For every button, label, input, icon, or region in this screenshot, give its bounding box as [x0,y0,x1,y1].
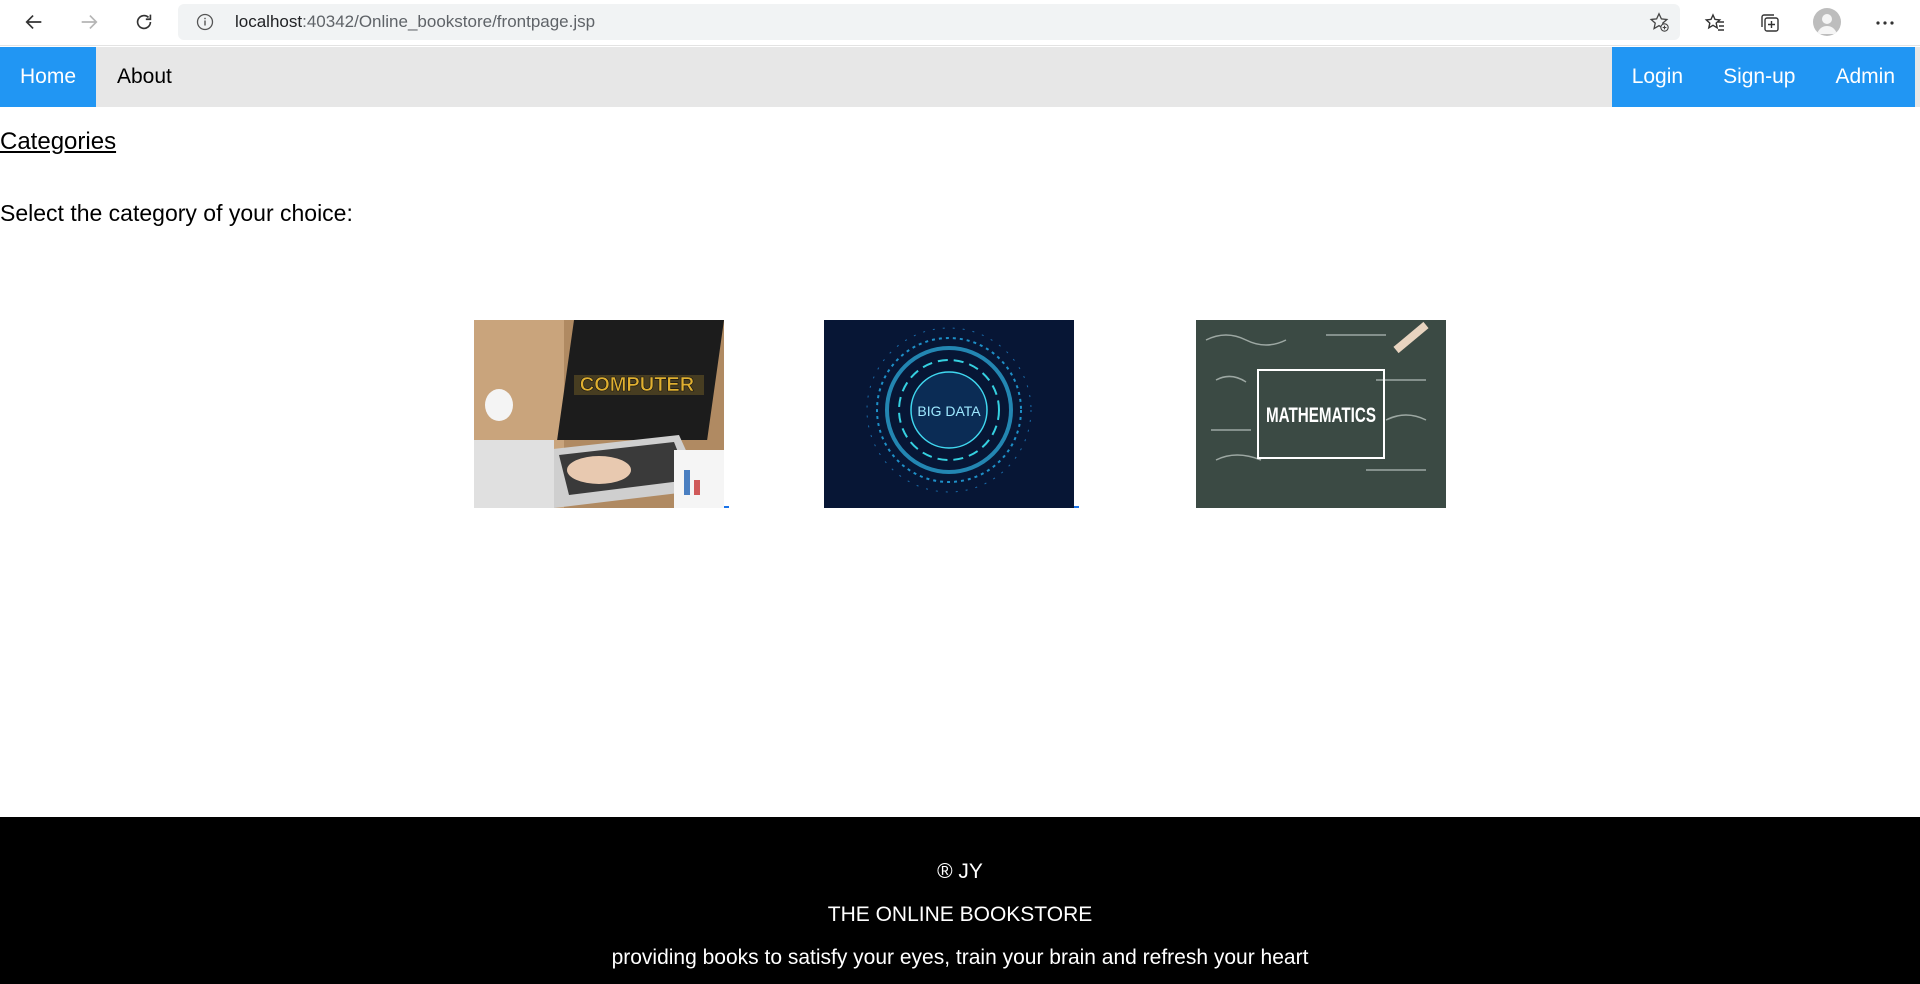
nav-login-link[interactable]: Login [1612,47,1703,107]
add-favorite-icon[interactable] [1648,11,1670,33]
address-bar[interactable]: localhost:40342/Online_bookstore/frontpa… [178,4,1680,40]
profile-avatar-icon[interactable] [1813,8,1841,36]
collections-button[interactable] [1755,8,1785,38]
reload-button[interactable] [126,6,162,38]
site-navbar: Home About Login Sign-up Admin [0,47,1920,107]
nav-signup-link[interactable]: Sign-up [1703,47,1815,107]
forward-arrow-icon [81,14,98,30]
info-icon [196,13,214,31]
category-computer-card[interactable]: COMPUTER [474,320,724,508]
footer-tagline: providing books to satisfy your eyes, tr… [611,946,1309,969]
category-mathematics-card[interactable]: MATHEMATICS [1196,320,1446,508]
person-icon [1817,14,1837,34]
nav-auth-group: Login Sign-up Admin [1611,47,1915,107]
mathematics-category-label: MATHEMATICS [1266,404,1376,427]
category-bigdata-card[interactable]: BIG DATA [824,320,1074,508]
url-path: :40342/Online_bookstore/frontpage.jsp [302,12,596,31]
url-text: localhost:40342/Online_bookstore/frontpa… [235,13,595,31]
reload-icon [136,14,152,30]
footer-title: THE ONLINE BOOKSTORE [827,903,1093,926]
mathematics-category-image: MATHEMATICS [1196,320,1446,508]
instruction-text: Select the category of your choice: [0,200,353,226]
bigdata-category-image: BIG DATA [824,320,1074,508]
categories-link[interactable]: Categories [0,128,116,156]
url-host: localhost [235,12,303,31]
nav-admin-link[interactable]: Admin [1815,47,1915,107]
more-dots-icon [1876,21,1894,25]
favorites-button[interactable] [1700,8,1730,38]
collections-icon [1761,14,1779,32]
link-underline [724,506,729,508]
footer-copyright: ® JY [937,860,983,883]
back-arrow-icon [25,14,42,30]
footer: ® JY THE ONLINE BOOKSTORE providing book… [0,817,1920,984]
back-button[interactable] [16,6,52,38]
favorites-icon [1704,13,1724,31]
link-underline [1074,506,1079,508]
nav-about-link[interactable]: About [97,47,192,107]
computer-category-image: COMPUTER [474,320,724,508]
bigdata-category-label: BIG DATA [917,403,981,419]
browser-toolbar: localhost:40342/Online_bookstore/frontpa… [0,0,1920,46]
computer-category-label: COMPUTER [580,374,695,396]
nav-home-link[interactable]: Home [0,47,97,107]
more-menu-button[interactable] [1870,8,1900,38]
forward-button[interactable] [71,6,107,38]
